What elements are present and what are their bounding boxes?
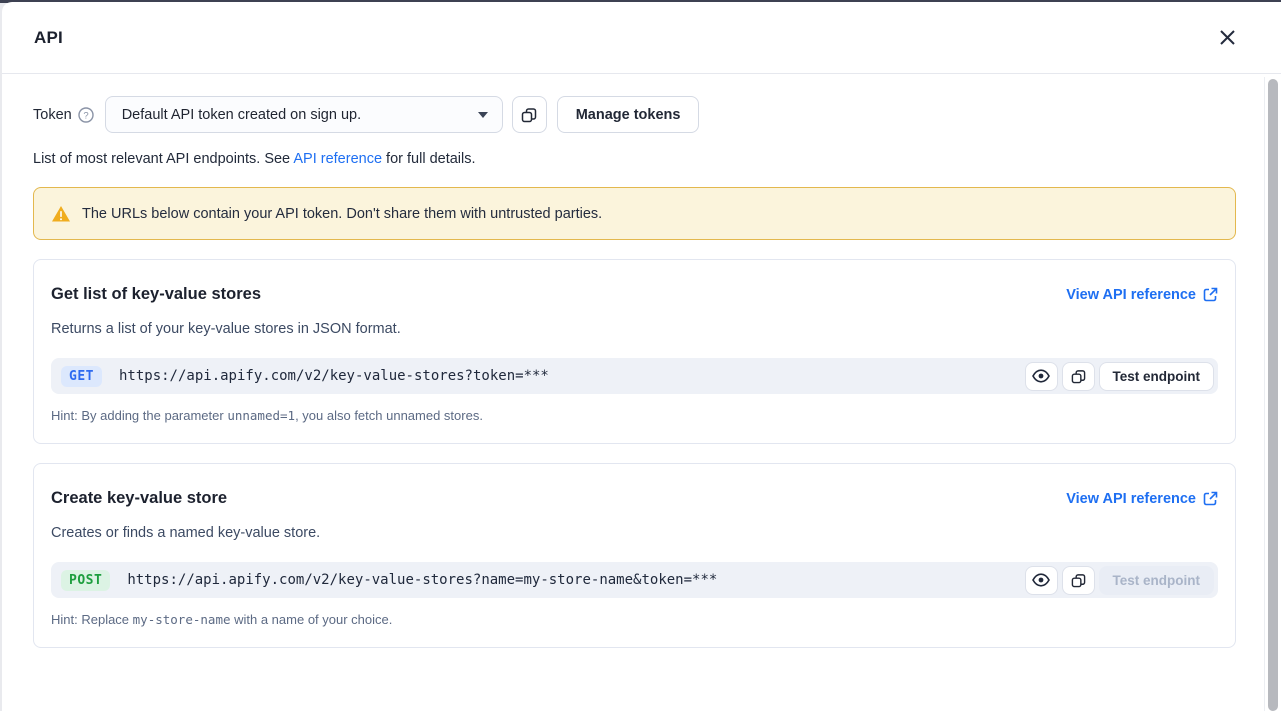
token-select-value: Default API token created on sign up. (122, 107, 361, 123)
chevron-down-icon (478, 112, 488, 118)
endpoint-url: https://api.apify.com/v2/key-value-store… (127, 572, 1024, 588)
view-api-reference-link[interactable]: View API reference (1066, 491, 1218, 507)
endpoint-url-row: GET https://api.apify.com/v2/key-value-s… (51, 358, 1218, 394)
test-endpoint-button[interactable]: Test endpoint (1099, 362, 1215, 391)
scrollbar-thumb[interactable] (1268, 79, 1278, 711)
endpoint-url: https://api.apify.com/v2/key-value-store… (119, 368, 1025, 384)
endpoint-hint: Hint: By adding the parameter unnamed=1,… (51, 408, 1218, 423)
endpoint-hint: Hint: Replace my-store-name with a name … (51, 612, 1218, 627)
warning-text: The URLs below contain your API token. D… (82, 206, 602, 222)
external-link-icon (1203, 491, 1218, 506)
scrollbar-track[interactable] (1264, 77, 1281, 711)
token-row: Token ? Default API token created on sig… (33, 96, 1236, 133)
warning-banner: The URLs below contain your API token. D… (33, 187, 1236, 240)
show-token-button[interactable] (1025, 566, 1058, 595)
copy-url-button[interactable] (1062, 566, 1095, 595)
hint-before: Hint: Replace (51, 612, 133, 627)
hint-after: with a name of your choice. (231, 612, 393, 627)
intro-after: for full details. (382, 151, 476, 167)
eye-icon (1032, 573, 1050, 587)
api-modal: API Token ? Default API token created on… (2, 2, 1281, 711)
hint-code: unnamed=1 (227, 408, 295, 423)
modal-body: Token ? Default API token created on sig… (2, 74, 1281, 711)
token-label: Token ? (33, 107, 94, 123)
view-api-reference-label: View API reference (1066, 491, 1196, 507)
manage-tokens-button[interactable]: Manage tokens (557, 96, 700, 133)
copy-icon (1071, 369, 1086, 384)
view-api-reference-link[interactable]: View API reference (1066, 287, 1218, 303)
endpoint-card-create-store: Create key-value store View API referenc… (33, 463, 1236, 648)
close-button[interactable] (1213, 24, 1241, 52)
close-icon (1219, 29, 1236, 46)
intro-before: List of most relevant API endpoints. See (33, 151, 293, 167)
endpoint-actions: Test endpoint (1025, 362, 1215, 391)
svg-text:?: ? (83, 110, 88, 121)
card-header: Create key-value store View API referenc… (51, 489, 1218, 508)
copy-token-button[interactable] (512, 96, 547, 133)
modal-header: API (2, 2, 1281, 74)
help-icon[interactable]: ? (78, 107, 94, 123)
copy-icon (521, 107, 537, 123)
endpoint-actions: Test endpoint (1025, 566, 1215, 595)
token-label-text: Token (33, 107, 72, 123)
token-select[interactable]: Default API token created on sign up. (105, 96, 503, 133)
intro-text: List of most relevant API endpoints. See… (33, 151, 1236, 167)
card-description: Returns a list of your key-value stores … (51, 321, 1218, 337)
hint-after: , you also fetch unnamed stores. (295, 408, 483, 423)
warning-icon (51, 205, 71, 223)
card-description: Creates or finds a named key-value store… (51, 525, 1218, 541)
modal-title: API (34, 28, 63, 48)
hint-before: Hint: By adding the parameter (51, 408, 227, 423)
method-badge: GET (61, 366, 102, 387)
view-api-reference-label: View API reference (1066, 287, 1196, 303)
api-reference-link[interactable]: API reference (293, 151, 382, 167)
test-endpoint-button[interactable]: Test endpoint (1099, 566, 1215, 595)
endpoint-card-get-list: Get list of key-value stores View API re… (33, 259, 1236, 444)
show-token-button[interactable] (1025, 362, 1058, 391)
card-header: Get list of key-value stores View API re… (51, 285, 1218, 304)
external-link-icon (1203, 287, 1218, 302)
hint-code: my-store-name (133, 612, 231, 627)
copy-icon (1071, 573, 1086, 588)
eye-icon (1032, 369, 1050, 383)
card-title: Get list of key-value stores (51, 285, 261, 304)
endpoint-url-row: POST https://api.apify.com/v2/key-value-… (51, 562, 1218, 598)
method-badge: POST (61, 570, 110, 591)
copy-url-button[interactable] (1062, 362, 1095, 391)
card-title: Create key-value store (51, 489, 227, 508)
